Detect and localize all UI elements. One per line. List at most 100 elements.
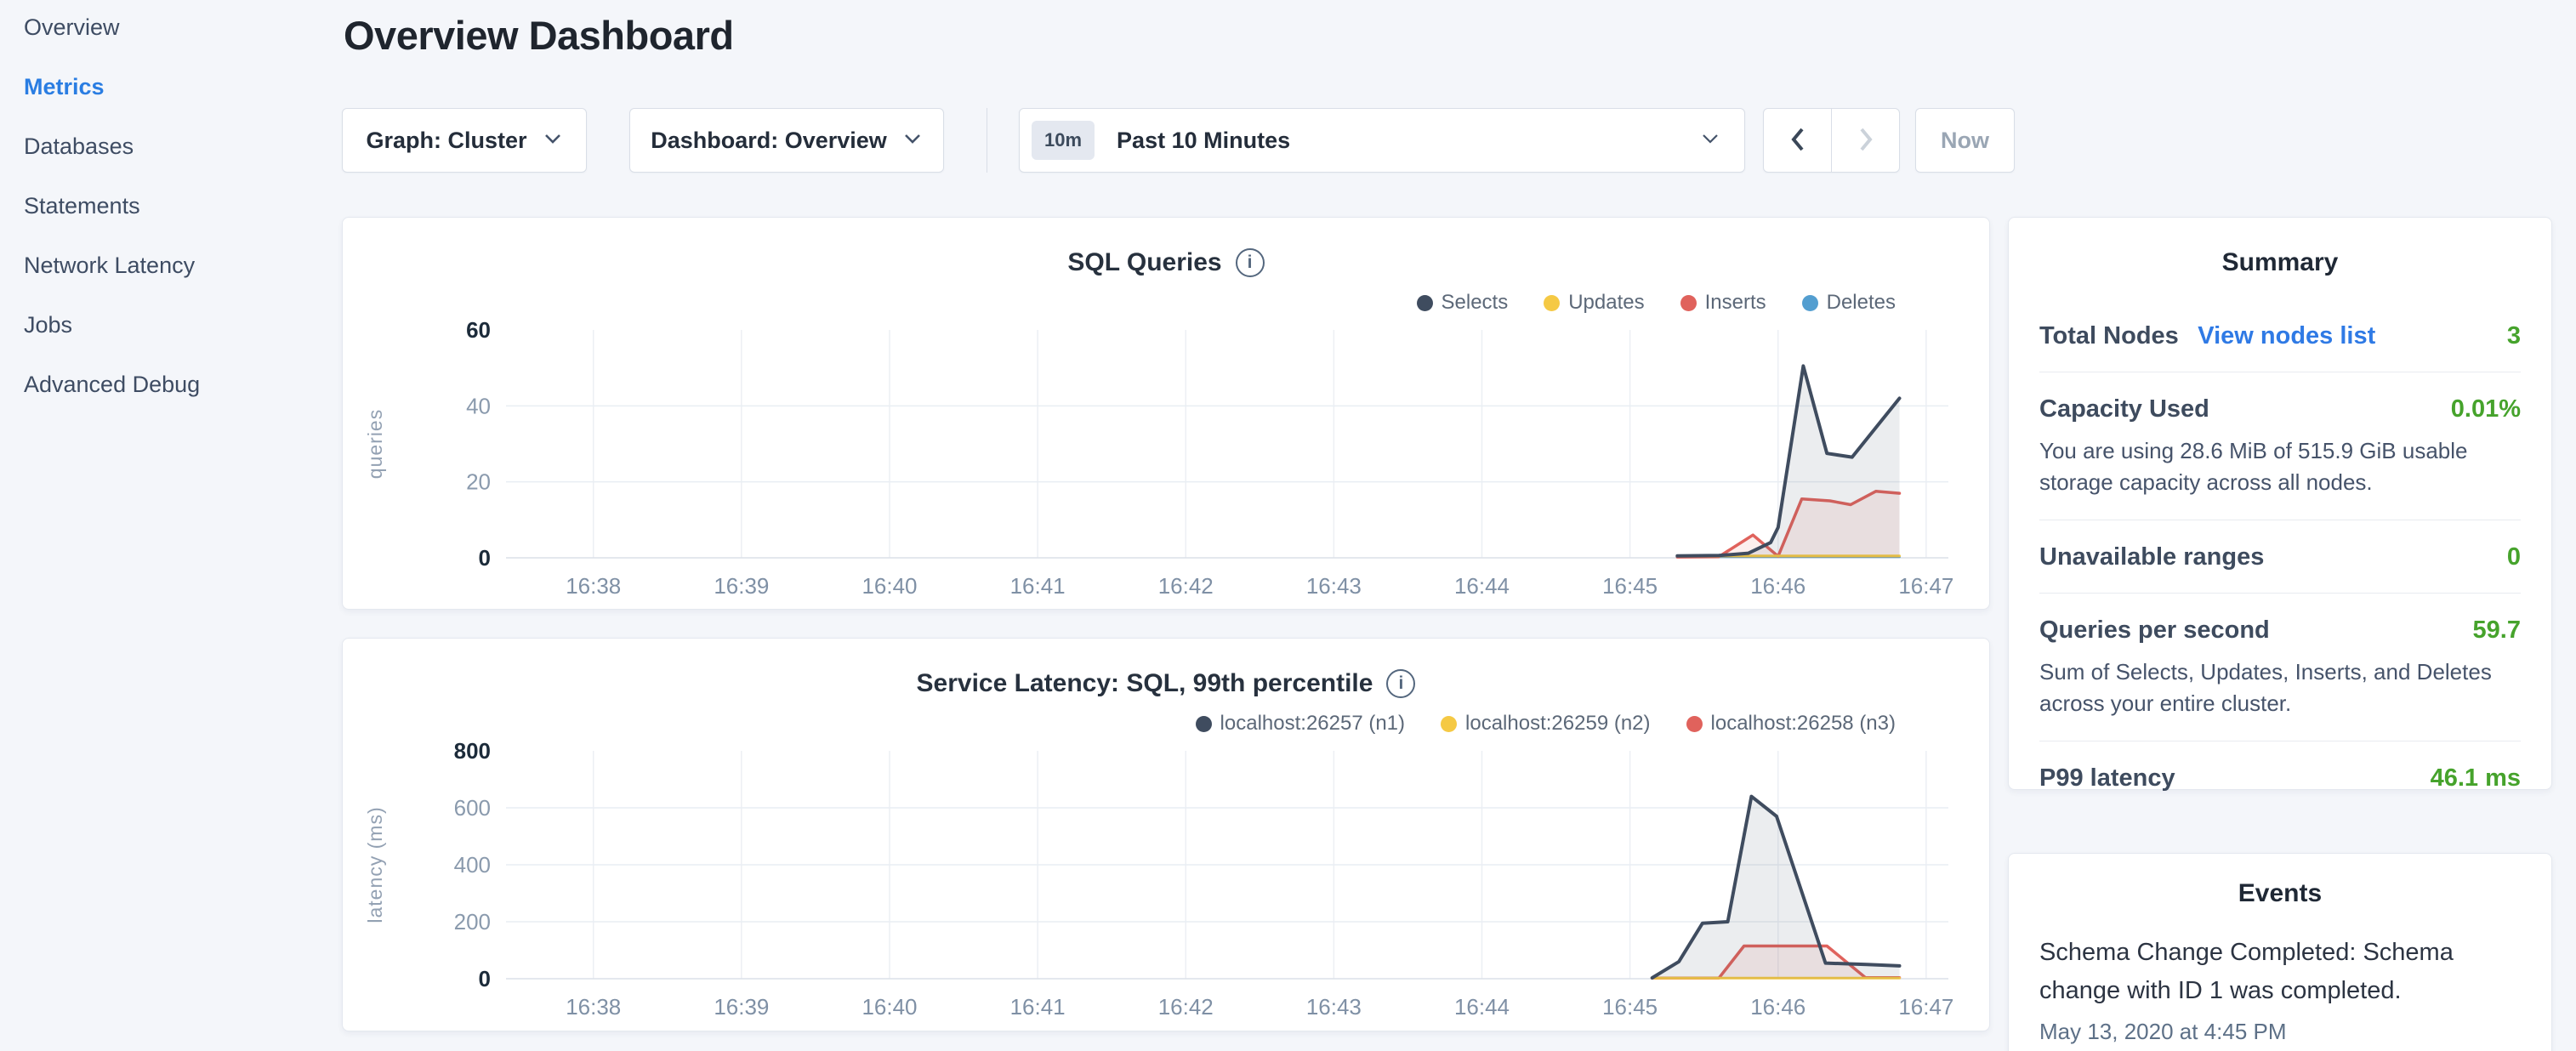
chart-legend: Selects Updates Inserts Deletes xyxy=(1417,291,1896,315)
legend-dot xyxy=(1686,716,1703,732)
graph-source-label: Graph: Cluster xyxy=(366,128,526,154)
sidebar-item-databases[interactable]: Databases xyxy=(24,131,340,190)
summary-description: Sum of Selects, Updates, Inserts, and De… xyxy=(2039,656,2521,719)
service-latency-plot[interactable]: 16:38 16:39 16:40 16:41 16:42 16:43 16:44 16:45… xyxy=(343,742,1989,1026)
svg-text:16:42: 16:42 xyxy=(1158,573,1214,599)
summary-label: Total Nodes xyxy=(2039,322,2179,349)
sidebar-item-jobs[interactable]: Jobs xyxy=(24,310,340,369)
svg-text:16:44: 16:44 xyxy=(1454,573,1510,599)
svg-text:20: 20 xyxy=(466,469,491,495)
legend-item-selects[interactable]: Selects xyxy=(1417,291,1509,315)
legend-item-n2[interactable]: localhost:26259 (n2) xyxy=(1441,712,1650,736)
svg-text:16:39: 16:39 xyxy=(714,994,769,1020)
chevron-down-icon xyxy=(1700,132,1720,150)
svg-text:16:38: 16:38 xyxy=(566,994,621,1020)
svg-text:16:43: 16:43 xyxy=(1306,994,1362,1020)
chevron-right-icon xyxy=(1857,125,1875,156)
svg-text:60: 60 xyxy=(466,321,491,343)
summary-value: 3 xyxy=(2507,322,2521,350)
sidebar-item-advanced-debug[interactable]: Advanced Debug xyxy=(24,369,340,429)
legend-item-n3[interactable]: localhost:26258 (n3) xyxy=(1686,712,1896,736)
sidebar-item-metrics[interactable]: Metrics xyxy=(24,71,340,131)
chart-title: SQL Queries xyxy=(1067,248,1221,277)
summary-value: 59.7 xyxy=(2473,616,2521,645)
summary-value: 0.01% xyxy=(2451,395,2521,423)
sidebar-item-network-latency[interactable]: Network Latency xyxy=(24,250,340,310)
svg-text:800: 800 xyxy=(454,742,491,764)
svg-text:16:46: 16:46 xyxy=(1750,573,1805,599)
summary-value: 46.1 ms xyxy=(2431,764,2521,793)
page-title: Overview Dashboard xyxy=(344,12,734,59)
svg-text:16:44: 16:44 xyxy=(1454,994,1510,1020)
time-range-badge: 10m xyxy=(1032,121,1095,160)
summary-panel: Summary Total Nodes View nodes list 3 Ca… xyxy=(2008,217,2552,790)
svg-text:16:38: 16:38 xyxy=(566,573,621,599)
summary-description: You are using 28.6 MiB of 515.9 GiB usab… xyxy=(2039,435,2521,498)
legend-dot xyxy=(1544,295,1560,311)
info-icon[interactable]: i xyxy=(1236,248,1265,277)
service-latency-chart-card: Service Latency: SQL, 99th percentile i … xyxy=(342,638,1990,1031)
legend-label: localhost:26259 (n2) xyxy=(1465,712,1650,736)
legend-label: Inserts xyxy=(1705,291,1766,315)
sidebar-item-statements[interactable]: Statements xyxy=(24,190,340,250)
legend-item-inserts[interactable]: Inserts xyxy=(1680,291,1766,315)
time-range-dropdown[interactable]: 10m Past 10 Minutes xyxy=(1019,108,1745,173)
svg-text:16:41: 16:41 xyxy=(1010,994,1066,1020)
summary-row-capacity-used: Capacity Used 0.01% You are using 28.6 M… xyxy=(2039,372,2521,520)
svg-text:40: 40 xyxy=(466,393,491,418)
svg-text:0: 0 xyxy=(479,545,491,571)
next-time-range-button[interactable] xyxy=(1831,109,1899,172)
legend-item-updates[interactable]: Updates xyxy=(1544,291,1644,315)
legend-dot xyxy=(1680,295,1697,311)
view-nodes-list-link[interactable]: View nodes list xyxy=(2198,322,2375,349)
summary-label: Queries per second xyxy=(2039,616,2270,645)
chart-title: Service Latency: SQL, 99th percentile xyxy=(917,669,1373,698)
graph-source-dropdown[interactable]: Graph: Cluster xyxy=(342,108,587,173)
legend-label: localhost:26257 (n1) xyxy=(1220,712,1405,736)
svg-text:16:47: 16:47 xyxy=(1898,994,1953,1020)
svg-text:600: 600 xyxy=(454,795,491,821)
info-icon[interactable]: i xyxy=(1386,669,1415,698)
legend-dot xyxy=(1802,295,1818,311)
summary-row-p99-latency: P99 latency 46.1 ms xyxy=(2039,741,2521,814)
svg-text:16:45: 16:45 xyxy=(1602,994,1658,1020)
summary-title: Summary xyxy=(2039,248,2521,277)
now-button[interactable]: Now xyxy=(1915,108,2015,173)
dashboard-dropdown[interactable]: Dashboard: Overview xyxy=(629,108,944,173)
sql-queries-plot[interactable]: 16:3816:3916:4016:4116:4216:4316:4416:45… xyxy=(343,321,1989,605)
legend-label: localhost:26258 (n3) xyxy=(1711,712,1896,736)
time-range-pager xyxy=(1763,108,1900,173)
summary-value: 0 xyxy=(2507,543,2521,571)
chevron-down-icon xyxy=(902,132,923,150)
dashboard-label: Dashboard: Overview xyxy=(651,128,887,154)
chevron-left-icon xyxy=(1788,125,1807,156)
previous-time-range-button[interactable] xyxy=(1764,109,1831,172)
svg-text:200: 200 xyxy=(454,909,491,935)
sql-queries-chart-card: SQL Queries i Selects Updates Inserts De… xyxy=(342,217,1990,610)
event-item: Schema Change Completed: Schema change w… xyxy=(2039,934,2521,1045)
legend-label: Deletes xyxy=(1827,291,1896,315)
summary-row-queries-per-second: Queries per second 59.7 Sum of Selects, … xyxy=(2039,594,2521,741)
legend-item-deletes[interactable]: Deletes xyxy=(1802,291,1896,315)
event-text: Schema Change Completed: Schema change w… xyxy=(2039,934,2521,1010)
legend-label: Updates xyxy=(1568,291,1644,315)
chevron-down-icon xyxy=(543,132,563,150)
time-range-label: Past 10 Minutes xyxy=(1117,128,1290,154)
svg-text:16:42: 16:42 xyxy=(1158,994,1214,1020)
svg-text:0: 0 xyxy=(479,966,491,991)
sidebar: Overview Metrics Databases Statements Ne… xyxy=(0,0,340,1051)
svg-text:16:40: 16:40 xyxy=(862,994,917,1020)
summary-row-unavailable-ranges: Unavailable ranges 0 xyxy=(2039,520,2521,594)
svg-text:queries: queries xyxy=(364,409,386,479)
svg-text:16:43: 16:43 xyxy=(1306,573,1362,599)
svg-text:16:46: 16:46 xyxy=(1750,994,1805,1020)
legend-dot xyxy=(1441,716,1457,732)
events-title: Events xyxy=(2039,879,2521,908)
svg-text:16:39: 16:39 xyxy=(714,573,769,599)
summary-label: Unavailable ranges xyxy=(2039,543,2264,571)
svg-text:16:40: 16:40 xyxy=(862,573,917,599)
legend-dot xyxy=(1417,295,1433,311)
svg-text:16:41: 16:41 xyxy=(1010,573,1066,599)
sidebar-item-overview[interactable]: Overview xyxy=(24,12,340,71)
legend-item-n1[interactable]: localhost:26257 (n1) xyxy=(1196,712,1405,736)
